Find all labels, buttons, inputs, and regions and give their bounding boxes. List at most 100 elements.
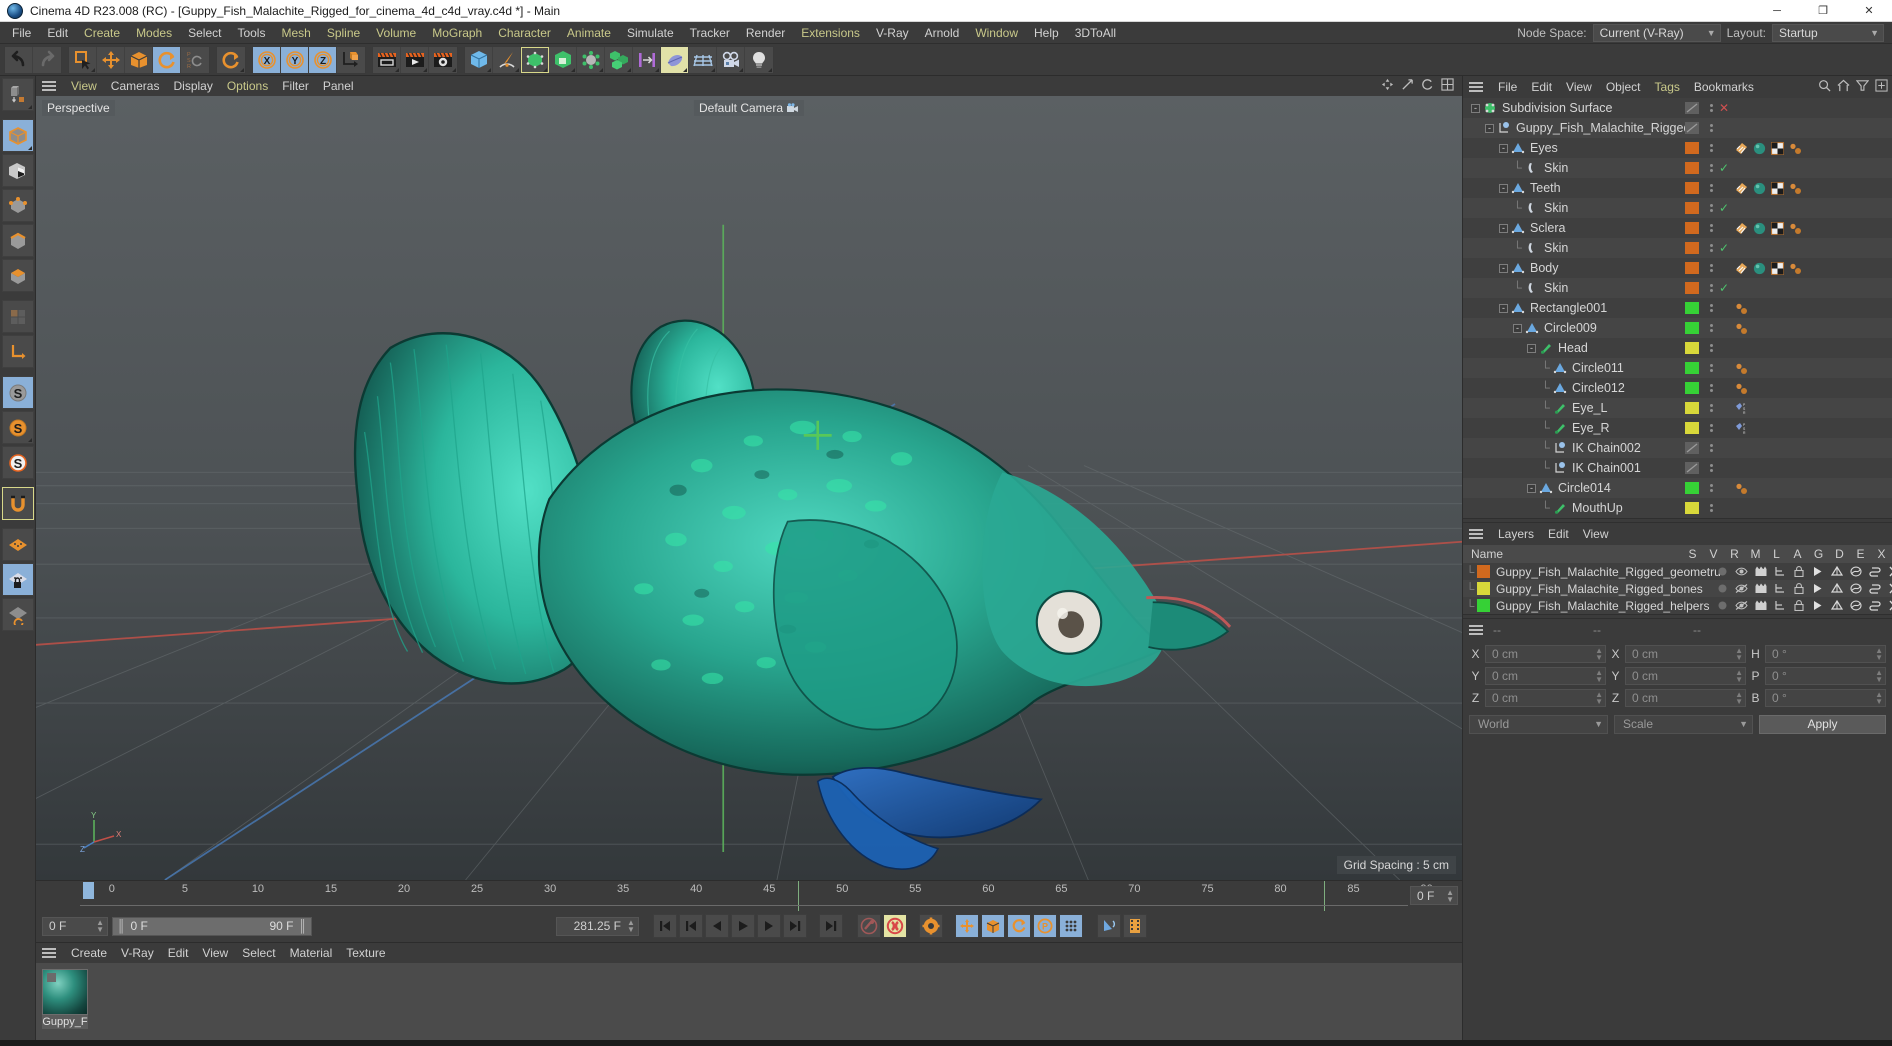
viewport-menu-filter[interactable]: Filter — [275, 77, 316, 95]
tag-joint-icon[interactable] — [1735, 302, 1748, 315]
key-parameter-button[interactable]: P — [1032, 914, 1057, 938]
visibility-dots[interactable] — [1710, 384, 1713, 392]
size-y-field[interactable]: 0 cm ▲ ▼ — [1625, 667, 1746, 685]
object-layer-swatch[interactable] — [1685, 282, 1699, 294]
viewport-menu-panel[interactable]: Panel — [316, 77, 361, 95]
layer-manager-toggle[interactable] — [1772, 583, 1787, 594]
add-layer-icon[interactable] — [1875, 79, 1888, 92]
enabled-check-icon[interactable]: ✓ — [1719, 241, 1729, 255]
scale-tool[interactable] — [125, 46, 153, 73]
object-row[interactable]: └ Skin ✓ — [1463, 198, 1892, 218]
tag-material-icon[interactable] — [1753, 262, 1766, 275]
layer-generator-toggle[interactable] — [1829, 583, 1844, 594]
tree-expander[interactable]: - — [1527, 483, 1536, 493]
menu-edit[interactable]: Edit — [39, 23, 76, 43]
viewport-menu-view[interactable]: View — [64, 77, 104, 95]
enabled-check-icon[interactable]: ✓ — [1719, 161, 1729, 175]
render-settings-button[interactable] — [429, 46, 457, 73]
layer-row[interactable]: └ Guppy_Fish_Malachite_Rigged_helpers — [1463, 597, 1892, 614]
keyframe-settings-button[interactable] — [918, 914, 943, 938]
align-workplane-button[interactable] — [1, 598, 34, 631]
visibility-dots[interactable] — [1710, 304, 1713, 312]
object-row[interactable]: - Rectangle001 — [1463, 298, 1892, 318]
object-layer-swatch[interactable] — [1685, 482, 1699, 494]
layer-deformer-toggle[interactable] — [1848, 566, 1863, 577]
object-row[interactable]: └ Skin ✓ — [1463, 238, 1892, 258]
object-row[interactable]: - Circle014 — [1463, 478, 1892, 498]
object-layer-swatch[interactable] — [1685, 302, 1699, 314]
object-layer-swatch[interactable] — [1685, 362, 1699, 374]
layer-solo-toggle[interactable] — [1715, 583, 1730, 594]
object-layer-swatch[interactable] — [1685, 182, 1699, 194]
close-button[interactable]: ✕ — [1846, 0, 1892, 22]
lm-menu-layers[interactable]: Layers — [1491, 525, 1541, 543]
tag-material-icon[interactable] — [1753, 182, 1766, 195]
rotation-h-field[interactable]: 0 ° ▲ ▼ — [1765, 645, 1886, 663]
layer-animation-toggle[interactable] — [1810, 583, 1825, 594]
spinner-icon[interactable]: ▲ ▼ — [1875, 669, 1883, 684]
spinner-icon[interactable]: ▲ ▼ — [1595, 691, 1603, 706]
tag-joint-icon[interactable] — [1789, 222, 1802, 235]
menu-extensions[interactable]: Extensions — [793, 23, 868, 43]
viewport-layout-icon[interactable] — [1441, 78, 1454, 91]
object-row[interactable]: - Head — [1463, 338, 1892, 358]
layer-render-toggle[interactable] — [1753, 583, 1768, 594]
layer-color-swatch[interactable] — [1477, 599, 1490, 612]
layer-row[interactable]: └ Guppy_Fish_Malachite_Rigged_geometru — [1463, 563, 1892, 580]
layer-lock-toggle[interactable] — [1791, 600, 1806, 611]
lm-menu-view[interactable]: View — [1576, 525, 1616, 543]
object-row[interactable]: └ IK Chain002 — [1463, 438, 1892, 458]
fps-field[interactable]: 281.25 F ▲ ▼ — [556, 916, 639, 936]
object-row[interactable]: └ Skin ✓ — [1463, 278, 1892, 298]
viewport-scale-icon[interactable] — [1401, 78, 1414, 91]
tag-uv-icon[interactable] — [1771, 221, 1784, 235]
size-x-field[interactable]: 0 cm ▲ ▼ — [1625, 645, 1746, 663]
add-camera-button[interactable] — [717, 46, 745, 73]
viewport-menu-options[interactable]: Options — [220, 77, 275, 95]
menu-tracker[interactable]: Tracker — [682, 23, 738, 43]
layer-visible-toggle[interactable] — [1734, 583, 1749, 594]
magnet-tool-button[interactable] — [1, 487, 34, 520]
key-rotation-button[interactable] — [1006, 914, 1031, 938]
material-list[interactable]: Guppy_F — [36, 963, 1462, 1045]
tag-material-icon[interactable] — [1753, 222, 1766, 235]
lock-y-axis-button[interactable]: Y — [281, 46, 309, 73]
object-row[interactable]: └ Skin ✓ — [1463, 158, 1892, 178]
layer-expression-toggle[interactable] — [1867, 566, 1882, 577]
axis-mode-button[interactable] — [1, 335, 34, 368]
layer-color-swatch[interactable] — [1477, 565, 1490, 578]
visibility-dots[interactable] — [1710, 224, 1713, 232]
coordinates-menu-icon[interactable] — [1469, 625, 1483, 635]
visibility-dots[interactable] — [1710, 164, 1713, 172]
layer-xref-toggle[interactable] — [1886, 566, 1892, 577]
menu-modes[interactable]: Modes — [128, 23, 180, 43]
tag-psr-icon[interactable]: PSR — [1735, 422, 1748, 435]
search-icon[interactable] — [1818, 79, 1831, 92]
object-row[interactable]: └ Eye_L P S R — [1463, 398, 1892, 418]
viewport-menu-icon[interactable] — [42, 81, 56, 91]
tree-expander[interactable]: - — [1499, 223, 1508, 233]
object-layer-swatch[interactable] — [1685, 242, 1699, 254]
object-layer-swatch[interactable] — [1685, 202, 1699, 214]
visibility-dots[interactable] — [1710, 124, 1713, 132]
object-row[interactable]: - Eyes — [1463, 138, 1892, 158]
animation-mode-button[interactable] — [1096, 914, 1121, 938]
object-row[interactable]: └ IK Chain001 — [1463, 458, 1892, 478]
object-layer-swatch[interactable] — [1685, 382, 1699, 394]
layer-color-swatch[interactable] — [1477, 582, 1490, 595]
previous-key-button[interactable] — [678, 914, 703, 938]
tag-joint-icon[interactable] — [1735, 362, 1748, 375]
menu-create[interactable]: Create — [76, 23, 128, 43]
tag-selection-icon[interactable] — [1735, 142, 1748, 155]
om-menu-view[interactable]: View — [1559, 78, 1599, 96]
spinner-icon[interactable]: ▲ ▼ — [1735, 691, 1743, 706]
viewport-camera-label[interactable]: Default Camera — [693, 100, 805, 116]
uv-points-mode-button[interactable] — [1, 300, 34, 333]
visibility-dots[interactable] — [1710, 204, 1713, 212]
visibility-dots[interactable] — [1710, 344, 1713, 352]
lock-z-axis-button[interactable]: Z — [309, 46, 337, 73]
render-view-button[interactable] — [373, 46, 401, 73]
rotate-tool[interactable] — [153, 46, 181, 73]
polygon-mode-button[interactable] — [1, 259, 34, 292]
material-menu-texture[interactable]: Texture — [339, 944, 392, 962]
